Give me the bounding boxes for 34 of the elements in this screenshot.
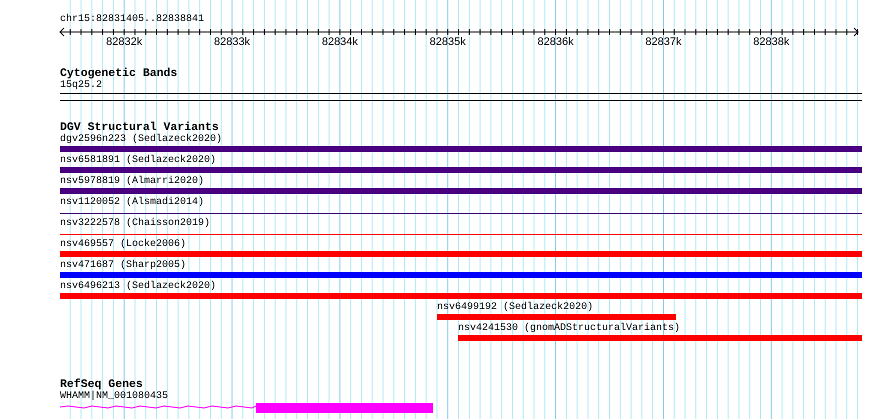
variant-label: nsv4241530 (gnomADStructuralVariants) — [458, 323, 680, 335]
variant-bar[interactable] — [60, 251, 862, 257]
variant-bar[interactable] — [60, 272, 862, 278]
variant-label: nsv469557 (Locke2006) — [60, 239, 186, 251]
variant-label: dgv2596n223 (Sedlazeck2020) — [60, 134, 222, 146]
location-label: chr15:82831405..82838841 — [60, 14, 206, 26]
tick-label: 82834k — [322, 36, 358, 48]
band-label: 15q25.2 — [60, 80, 102, 92]
tick-label: 82836k — [538, 36, 574, 48]
track-title: DGV Structural Variants — [60, 122, 219, 134]
track-title: Cytogenetic Bands — [60, 68, 178, 80]
variant-bar[interactable] — [60, 167, 862, 173]
variant-line[interactable] — [60, 234, 862, 235]
variant-label: nsv1120052 (Alsmadi2014) — [60, 197, 204, 209]
variant-bar[interactable] — [60, 146, 862, 152]
gene-label: WHAMM|NM_001080435 — [60, 391, 168, 403]
gene-feature[interactable] — [60, 403, 434, 413]
tick-label: 82832k — [106, 36, 142, 48]
variant-bar[interactable] — [437, 314, 676, 320]
tick-label: 82833k — [214, 36, 250, 48]
tick-label: 82837k — [645, 36, 682, 48]
variant-bar[interactable] — [458, 335, 862, 341]
tick-label: 82838k — [753, 36, 790, 48]
variant-label: nsv471687 (Sharp2005) — [60, 260, 186, 272]
variant-bar[interactable] — [60, 293, 862, 299]
variant-label: nsv6499192 (Sedlazeck2020) — [437, 302, 594, 314]
variant-label: nsv5978819 (Almarri2020) — [60, 176, 204, 188]
variant-label: nsv3222578 (Chaisson2019) — [60, 218, 210, 230]
variant-line[interactable] — [60, 213, 862, 214]
tick-label: 82835k — [430, 36, 466, 48]
variant-label: nsv6581891 (Sedlazeck2020) — [60, 155, 216, 167]
variant-label: nsv6496213 (Sedlazeck2020) — [60, 281, 216, 293]
track-title: RefSeq Genes — [60, 379, 143, 391]
variant-bar[interactable] — [60, 188, 862, 194]
